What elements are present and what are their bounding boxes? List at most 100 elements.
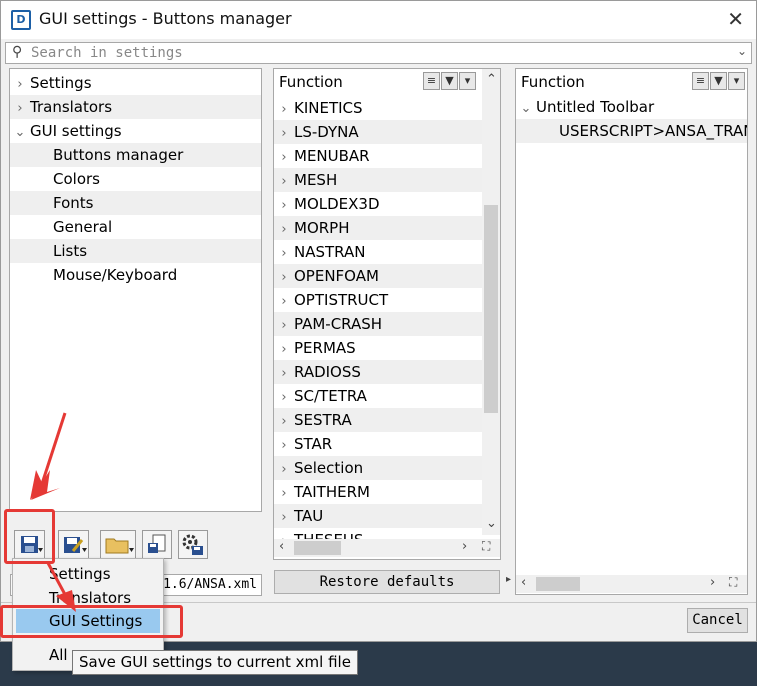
scroll-up-icon[interactable]: ⌃: [486, 72, 497, 87]
chevron-right-icon[interactable]: ›: [274, 146, 294, 170]
tree-item[interactable]: Lists: [10, 239, 261, 263]
function-item[interactable]: › TAITHERM: [274, 480, 482, 504]
sort-icon[interactable]: ≡: [692, 72, 709, 90]
function-list-panel: Function ≡ ▼ ▾ › KINETICS › LS-DYNA › MENUBAR…: [273, 68, 501, 560]
chevron-right-icon[interactable]: ›: [274, 218, 294, 242]
menu-item-all[interactable]: All: [49, 646, 68, 664]
chevron-right-icon[interactable]: ›: [274, 482, 294, 506]
tree-item[interactable]: Buttons manager: [10, 143, 261, 167]
function-item[interactable]: › Selection: [274, 456, 482, 480]
scroll-right-icon[interactable]: ›: [462, 539, 467, 554]
chevron-right-icon[interactable]: ›: [274, 242, 294, 266]
function-item[interactable]: › OPENFOAM: [274, 264, 482, 288]
chevron-right-icon[interactable]: ›: [10, 97, 30, 121]
function-item[interactable]: › LS-DYNA: [274, 120, 482, 144]
export-button[interactable]: [142, 530, 172, 559]
vertical-scrollbar[interactable]: ⌃ ⌄: [482, 69, 500, 535]
tree-item[interactable]: Mouse/Keyboard: [10, 263, 261, 287]
tree-item[interactable]: › Translators: [10, 95, 261, 119]
toolbar-entry[interactable]: USERSCRIPT>ANSA_TRAN: [516, 119, 747, 143]
tree-item[interactable]: Colors: [10, 167, 261, 191]
chevron-right-icon[interactable]: ›: [274, 98, 294, 122]
chevron-down-icon[interactable]: ⌄: [516, 97, 536, 121]
function-item[interactable]: › RADIOSS: [274, 360, 482, 384]
horizontal-scrollbar[interactable]: ‹ › ⛶: [516, 575, 747, 593]
function-item[interactable]: › MORPH: [274, 216, 482, 240]
chevron-right-icon[interactable]: ›: [274, 386, 294, 410]
chevron-right-icon[interactable]: ›: [274, 290, 294, 314]
function-header-label: Function: [279, 73, 343, 91]
function-item-label: PAM-CRASH: [294, 315, 383, 333]
chevron-right-icon[interactable]: ›: [274, 170, 294, 194]
tree-item[interactable]: General: [10, 215, 261, 239]
scroll-thumb[interactable]: [536, 577, 580, 591]
chevron-right-icon[interactable]: ›: [274, 410, 294, 434]
tree-item-label: Settings: [30, 74, 92, 92]
scroll-thumb[interactable]: [294, 541, 341, 555]
chevron-down-icon[interactable]: ▾: [728, 72, 745, 90]
chevron-down-icon[interactable]: ⌄: [737, 44, 747, 58]
tree-item[interactable]: Fonts: [10, 191, 261, 215]
scroll-left-icon[interactable]: ‹: [279, 539, 284, 554]
chevron-right-icon[interactable]: ›: [274, 314, 294, 338]
menu-item-settings[interactable]: Settings: [49, 565, 111, 583]
toolbar-name: Untitled Toolbar: [536, 98, 655, 116]
chevron-down-icon[interactable]: ▾: [459, 72, 476, 90]
settings-button[interactable]: [178, 530, 208, 559]
tree-item-label: Mouse/Keyboard: [53, 266, 178, 284]
scroll-down-icon[interactable]: ⌄: [486, 516, 497, 531]
window-title: GUI settings - Buttons manager: [39, 9, 292, 28]
chevron-right-icon[interactable]: ›: [274, 506, 294, 530]
restore-defaults-label: Restore defaults: [319, 574, 455, 590]
scroll-thumb[interactable]: [484, 205, 498, 413]
chevron-down-icon[interactable]: ⌄: [10, 121, 30, 145]
function-item[interactable]: › PAM-CRASH: [274, 312, 482, 336]
close-icon[interactable]: ✕: [727, 7, 744, 31]
tree-item[interactable]: › Settings: [10, 71, 261, 95]
function-item[interactable]: › NASTRAN: [274, 240, 482, 264]
chevron-right-icon[interactable]: ›: [274, 458, 294, 482]
tree-item-label: Buttons manager: [53, 146, 184, 164]
toolbar-item[interactable]: ⌄ Untitled Toolbar: [516, 95, 747, 119]
function-item[interactable]: › OPTISTRUCT: [274, 288, 482, 312]
chevron-right-icon[interactable]: ›: [274, 338, 294, 362]
expand-icon[interactable]: ⛶: [729, 575, 737, 590]
splitter-handle-icon[interactable]: ▸: [506, 574, 511, 585]
tree-item[interactable]: ⌄ GUI settings: [10, 119, 261, 143]
cancel-button[interactable]: Cancel: [687, 608, 748, 633]
function-item[interactable]: › KINETICS: [274, 96, 482, 120]
function-item[interactable]: › STAR: [274, 432, 482, 456]
search-bar[interactable]: ⚲ Search in settings ⌄: [5, 42, 752, 64]
chevron-right-icon[interactable]: ›: [274, 362, 294, 386]
function-item[interactable]: › MESH: [274, 168, 482, 192]
expand-icon[interactable]: ⛶: [482, 539, 490, 554]
function-item[interactable]: › SESTRA: [274, 408, 482, 432]
save-as-button[interactable]: [58, 530, 89, 559]
horizontal-scrollbar[interactable]: ‹ › ⛶: [274, 539, 500, 557]
toolbar-panel: Function ≡ ▼ ▾ ⌄ Untitled Toolbar USERSCR…: [515, 68, 748, 595]
chevron-right-icon[interactable]: ›: [274, 530, 294, 539]
gear-icon: [182, 534, 203, 555]
chevron-right-icon[interactable]: ›: [274, 194, 294, 218]
function-item-label: SC/TETRA: [294, 387, 367, 405]
scroll-left-icon[interactable]: ‹: [521, 575, 526, 590]
function-item[interactable]: › MENUBAR: [274, 144, 482, 168]
scroll-right-icon[interactable]: ›: [710, 575, 715, 590]
chevron-right-icon[interactable]: ›: [274, 122, 294, 146]
function-item-label: KINETICS: [294, 99, 363, 117]
function-item-label: MORPH: [294, 219, 350, 237]
function-item[interactable]: › SC/TETRA: [274, 384, 482, 408]
function-item[interactable]: › PERMAS: [274, 336, 482, 360]
filter-icon[interactable]: ▼: [441, 72, 458, 90]
chevron-right-icon[interactable]: ›: [274, 434, 294, 458]
filter-icon[interactable]: ▼: [710, 72, 727, 90]
function-item[interactable]: › TAU: [274, 504, 482, 528]
function-item[interactable]: ›THESEUS: [274, 528, 482, 539]
open-folder-button[interactable]: [100, 530, 136, 559]
function-item[interactable]: › MOLDEX3D: [274, 192, 482, 216]
chevron-right-icon[interactable]: ›: [274, 266, 294, 290]
function-item-label: MESH: [294, 171, 338, 189]
sort-icon[interactable]: ≡: [423, 72, 440, 90]
restore-defaults-button[interactable]: Restore defaults: [274, 570, 500, 594]
chevron-right-icon[interactable]: ›: [10, 73, 30, 97]
